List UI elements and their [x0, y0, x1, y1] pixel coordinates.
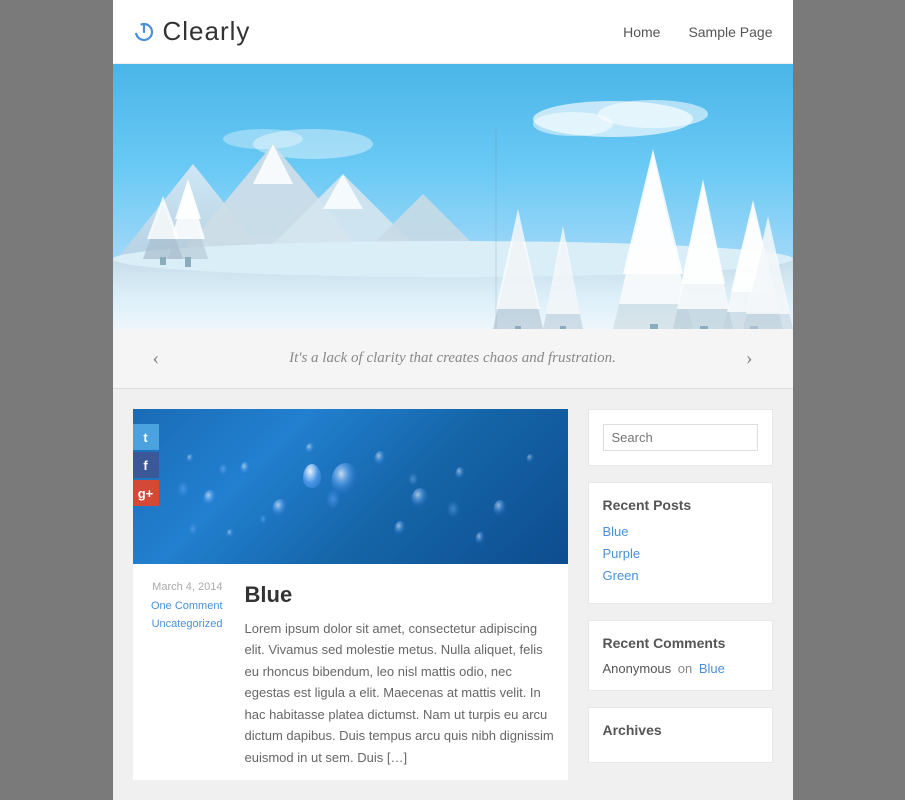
post-body: Blue Lorem ipsum dolor sit amet, consect…	[233, 574, 568, 780]
quote-text: It's a lack of clarity that creates chao…	[159, 350, 746, 367]
comment-author: Anonymous	[603, 661, 672, 676]
twitter-button[interactable]: t	[133, 424, 159, 450]
sidebar: Recent Posts Blue Purple Green Recent Co…	[588, 409, 773, 780]
post-comments[interactable]: One Comment	[133, 597, 223, 616]
search-widget	[588, 409, 773, 466]
nav-home[interactable]: Home	[623, 24, 660, 40]
site-logo: Clearly	[133, 16, 251, 47]
page-wrapper: Clearly Home Sample Page	[113, 0, 793, 800]
post-excerpt: Lorem ipsum dolor sit amet, consectetur …	[245, 618, 556, 768]
recent-comments-title: Recent Comments	[603, 635, 758, 651]
comment-on-text: on	[678, 661, 692, 676]
post-card: t f g+ March 4, 2014 One Comment Uncateg…	[133, 409, 568, 780]
recent-comments-widget: Recent Comments Anonymous on Blue	[588, 620, 773, 691]
site-title: Clearly	[163, 16, 251, 47]
recent-posts-list: Blue Purple Green	[603, 523, 758, 585]
list-item: Blue	[603, 523, 758, 541]
social-icons: t f g+	[133, 424, 159, 506]
content-column: t f g+ March 4, 2014 One Comment Uncateg…	[133, 409, 568, 780]
post-title[interactable]: Blue	[245, 582, 556, 608]
site-nav: Home Sample Page	[623, 24, 772, 40]
power-icon	[133, 21, 155, 43]
list-item: Purple	[603, 545, 758, 563]
post-meta: March 4, 2014 One Comment Uncategorized	[133, 574, 223, 634]
post-image-wrap: t f g+	[133, 409, 568, 564]
search-input[interactable]	[603, 424, 758, 451]
hero-image	[113, 64, 793, 329]
facebook-button[interactable]: f	[133, 452, 159, 478]
googleplus-button[interactable]: g+	[133, 480, 159, 506]
prev-quote-button[interactable]: ‹	[153, 347, 160, 370]
recent-comment: Anonymous on Blue	[603, 661, 758, 676]
recent-post-blue[interactable]: Blue	[603, 524, 629, 539]
hero-svg	[113, 64, 793, 329]
post-row: March 4, 2014 One Comment Uncategorized …	[133, 564, 568, 780]
post-date: March 4, 2014	[133, 578, 223, 597]
nav-sample-page[interactable]: Sample Page	[688, 24, 772, 40]
recent-posts-widget: Recent Posts Blue Purple Green	[588, 482, 773, 604]
list-item: Green	[603, 567, 758, 585]
quote-bar: ‹ It's a lack of clarity that creates ch…	[113, 329, 793, 389]
comment-post-ref[interactable]: Blue	[699, 661, 725, 676]
post-category[interactable]: Uncategorized	[133, 615, 223, 634]
water-droplets	[133, 409, 568, 564]
recent-post-green[interactable]: Green	[603, 568, 639, 583]
post-featured-image	[133, 409, 568, 564]
archives-widget: Archives	[588, 707, 773, 763]
main-content: t f g+ March 4, 2014 One Comment Uncateg…	[113, 389, 793, 800]
archives-title: Archives	[603, 722, 758, 738]
recent-post-purple[interactable]: Purple	[603, 546, 641, 561]
recent-posts-title: Recent Posts	[603, 497, 758, 513]
next-quote-button[interactable]: ›	[746, 347, 753, 370]
site-header: Clearly Home Sample Page	[113, 0, 793, 64]
